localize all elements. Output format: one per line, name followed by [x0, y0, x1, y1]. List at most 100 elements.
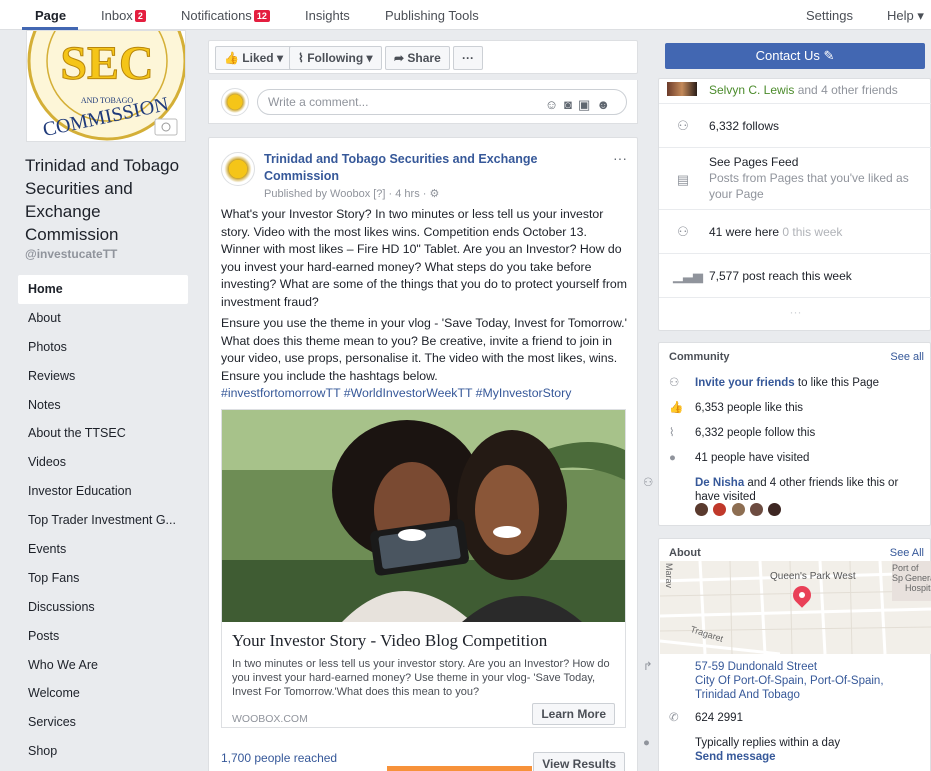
tab-insights[interactable]: Insights — [305, 8, 350, 23]
post-author-name[interactable]: Trinidad and Tobago Securities and Excha… — [264, 151, 564, 185]
sec-logo-icon: SEC COMMISSION AND TOBAGO — [27, 31, 185, 141]
friend-link[interactable]: De Nisha — [695, 477, 744, 489]
friend-name[interactable]: Selvyn C. Lewis — [709, 83, 794, 97]
link-preview-card[interactable]: Your Investor Story - Video Blog Competi… — [221, 409, 626, 728]
friend-avatar[interactable] — [768, 503, 782, 516]
sidebar-item-top-fans[interactable]: Top Fans — [18, 564, 188, 593]
sidebar-item-photos[interactable]: Photos — [18, 333, 188, 362]
post-hashtags[interactable]: #investfortomorrowTT #WorldInvestorWeekT… — [221, 386, 571, 400]
pages-feed-title[interactable]: See Pages Feed — [709, 155, 798, 169]
page-username[interactable]: @investucateTT — [25, 247, 117, 261]
sidebar-item-notes[interactable]: Notes — [18, 391, 188, 420]
more-actions-button[interactable]: ··· — [453, 46, 483, 70]
checkins-text: 41 were here 0 this week — [709, 224, 842, 240]
share-arrow-icon: ➦ — [394, 51, 405, 65]
pages-feed-description: Posts from Pages that you've liked as yo… — [709, 171, 909, 201]
notifications-badge: 12 — [253, 10, 270, 22]
post-reach[interactable]: 1,700 people reached — [221, 751, 337, 765]
friend-avatar[interactable] — [750, 503, 764, 516]
location-icon: ● — [669, 452, 676, 464]
sidebar-item-about-the-ttsec[interactable]: About the TTSEC — [18, 419, 188, 448]
about-see-all[interactable]: See All — [890, 547, 924, 559]
gif-icon[interactable]: ▣ — [578, 97, 596, 112]
learn-more-button[interactable]: Learn More — [532, 703, 615, 725]
sidebar-item-top-trader-investment-g[interactable]: Top Trader Investment G... — [18, 506, 188, 535]
post-author-avatar[interactable] — [221, 152, 255, 186]
invite-row: ⚇ Invite your friends to like this Page — [669, 376, 879, 390]
sidebar-item-welcome[interactable]: Welcome — [18, 679, 188, 708]
post-meta: Published by Woobox [?] · 4 hrs · ⚙ — [264, 188, 440, 200]
boost-button[interactable] — [387, 766, 532, 771]
map-label: Genera — [905, 573, 931, 583]
post-options-icon[interactable]: ··· — [613, 150, 627, 166]
comment-placeholder: Write a comment... — [268, 95, 369, 109]
friend-avatar[interactable] — [731, 503, 745, 516]
address-street[interactable]: 57-59 Dundonald Street — [695, 661, 817, 673]
svg-text:AND TOBAGO: AND TOBAGO — [81, 96, 134, 105]
sidebar-item-posts[interactable]: Posts — [18, 622, 188, 651]
camera-icon[interactable]: ◙ — [564, 97, 578, 112]
directions-icon: ↱ — [643, 661, 653, 673]
sidebar-item-who-we-are[interactable]: Who We Are — [18, 651, 188, 680]
sticker-icon[interactable]: ☻ — [596, 97, 616, 112]
address-city[interactable]: City Of Port-Of-Spain, Port-Of-Spain, Tr… — [695, 675, 884, 701]
tab-notifications[interactable]: Notifications 12 — [181, 8, 270, 23]
tab-inbox[interactable]: Inbox 2 — [101, 8, 146, 23]
phone-row: ✆ 624 2991 — [669, 711, 743, 725]
sidebar-item-discussions[interactable]: Discussions — [18, 593, 188, 622]
following-label: Following ▾ — [307, 51, 373, 65]
sidebar-item-reviews[interactable]: Reviews — [18, 362, 188, 391]
sidebar-item-home[interactable]: Home — [18, 275, 188, 304]
svg-text:SEC: SEC — [60, 37, 153, 90]
comment-composer: Write a comment... ☺◙▣☻ — [208, 80, 638, 124]
following-button[interactable]: ⌇ Following ▾ — [289, 46, 382, 70]
checkins-row: ⚇ 41 were here 0 this week — [659, 209, 931, 253]
community-see-all[interactable]: See all — [890, 351, 924, 363]
comment-input[interactable]: Write a comment... ☺◙▣☻ — [257, 89, 627, 115]
page-top-nav: Page Inbox 2 Notifications 12 Insights Pub… — [0, 0, 931, 30]
inbox-badge: 2 — [134, 10, 146, 22]
friend-avatar[interactable] — [695, 503, 708, 516]
invite-friends-link[interactable]: Invite your friends — [695, 377, 795, 389]
tab-page[interactable]: Page — [35, 8, 66, 23]
friend-avatar[interactable] — [713, 503, 727, 516]
post-photo[interactable] — [222, 410, 625, 622]
stats-more[interactable]: ··· — [659, 297, 931, 331]
friend-faces[interactable] — [695, 503, 783, 519]
post-paragraph: Ensure you use the theme in your vlog - … — [221, 315, 629, 403]
community-title: Community — [669, 351, 730, 363]
profile-picture[interactable]: SEC COMMISSION AND TOBAGO — [26, 30, 186, 142]
likes-text: 6,353 people like this — [695, 402, 804, 414]
link-card-title[interactable]: Your Investor Story - Video Blog Competi… — [232, 631, 547, 651]
commenter-avatar — [221, 88, 249, 116]
thumbs-up-icon: 👍 — [224, 51, 239, 65]
post-paragraph-text: Ensure you use the theme in your vlog - … — [221, 316, 627, 383]
comment-tools: ☺◙▣☻ — [545, 93, 616, 117]
share-button[interactable]: ➦ Share — [385, 46, 450, 70]
phone-number[interactable]: 624 2991 — [695, 712, 743, 724]
friends-icon: ⚇ — [643, 477, 654, 489]
sidebar-item-videos[interactable]: Videos — [18, 448, 188, 477]
address-row: ↱ 57-59 Dundonald Street City Of Port-Of-S… — [643, 660, 924, 702]
send-message-link[interactable]: Send message — [695, 751, 776, 763]
location-map[interactable]: Queen's Park West Port of Sp Genera Hosp… — [660, 561, 931, 654]
tab-settings[interactable]: Settings — [806, 8, 853, 23]
sidebar-item-shop[interactable]: Shop — [18, 737, 188, 766]
contact-us-button[interactable]: Contact Us ✎ — [665, 43, 925, 69]
page-action-bar: 👍 Liked ▾ ⌇ Following ▾ ➦ Share ··· — [208, 40, 638, 74]
tab-publishing-tools[interactable]: Publishing Tools — [385, 8, 479, 23]
help-menu[interactable]: Help ▾ — [887, 8, 924, 24]
link-card-description: In two minutes or less tell us your inve… — [232, 658, 610, 698]
sidebar-item-services[interactable]: Services — [18, 708, 188, 737]
sidebar-item-investor-education[interactable]: Investor Education — [18, 477, 188, 506]
emoji-icon[interactable]: ☺ — [545, 97, 564, 112]
friend-avatars — [667, 82, 697, 96]
view-results-button[interactable]: View Results — [533, 752, 625, 771]
sidebar-item-about[interactable]: About — [18, 304, 188, 333]
liked-button[interactable]: 👍 Liked ▾ — [215, 46, 292, 70]
pages-feed-row[interactable]: ▤ See Pages Feed Posts from Pages that yo… — [659, 147, 931, 209]
invite-rest: to like this Page — [794, 377, 880, 389]
map-label: Hospita — [905, 583, 931, 593]
sidebar-item-events[interactable]: Events — [18, 535, 188, 564]
post-body: What's your Investor Story? In two minut… — [221, 206, 629, 407]
